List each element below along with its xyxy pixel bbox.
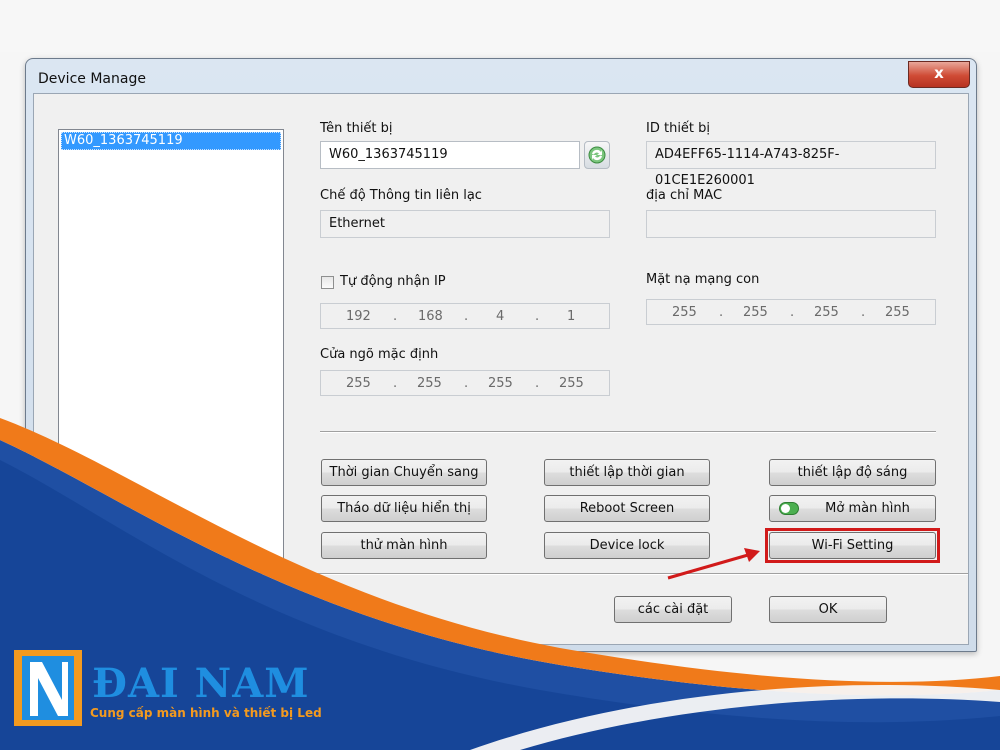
arrow-icon — [667, 548, 760, 580]
decorative-overlay — [0, 418, 1000, 750]
logo-icon — [14, 650, 82, 726]
brand-slogan: Cung cấp màn hình và thiết bị Led — [90, 706, 322, 720]
brand-logo-text: ĐAI NAM — [92, 660, 310, 707]
